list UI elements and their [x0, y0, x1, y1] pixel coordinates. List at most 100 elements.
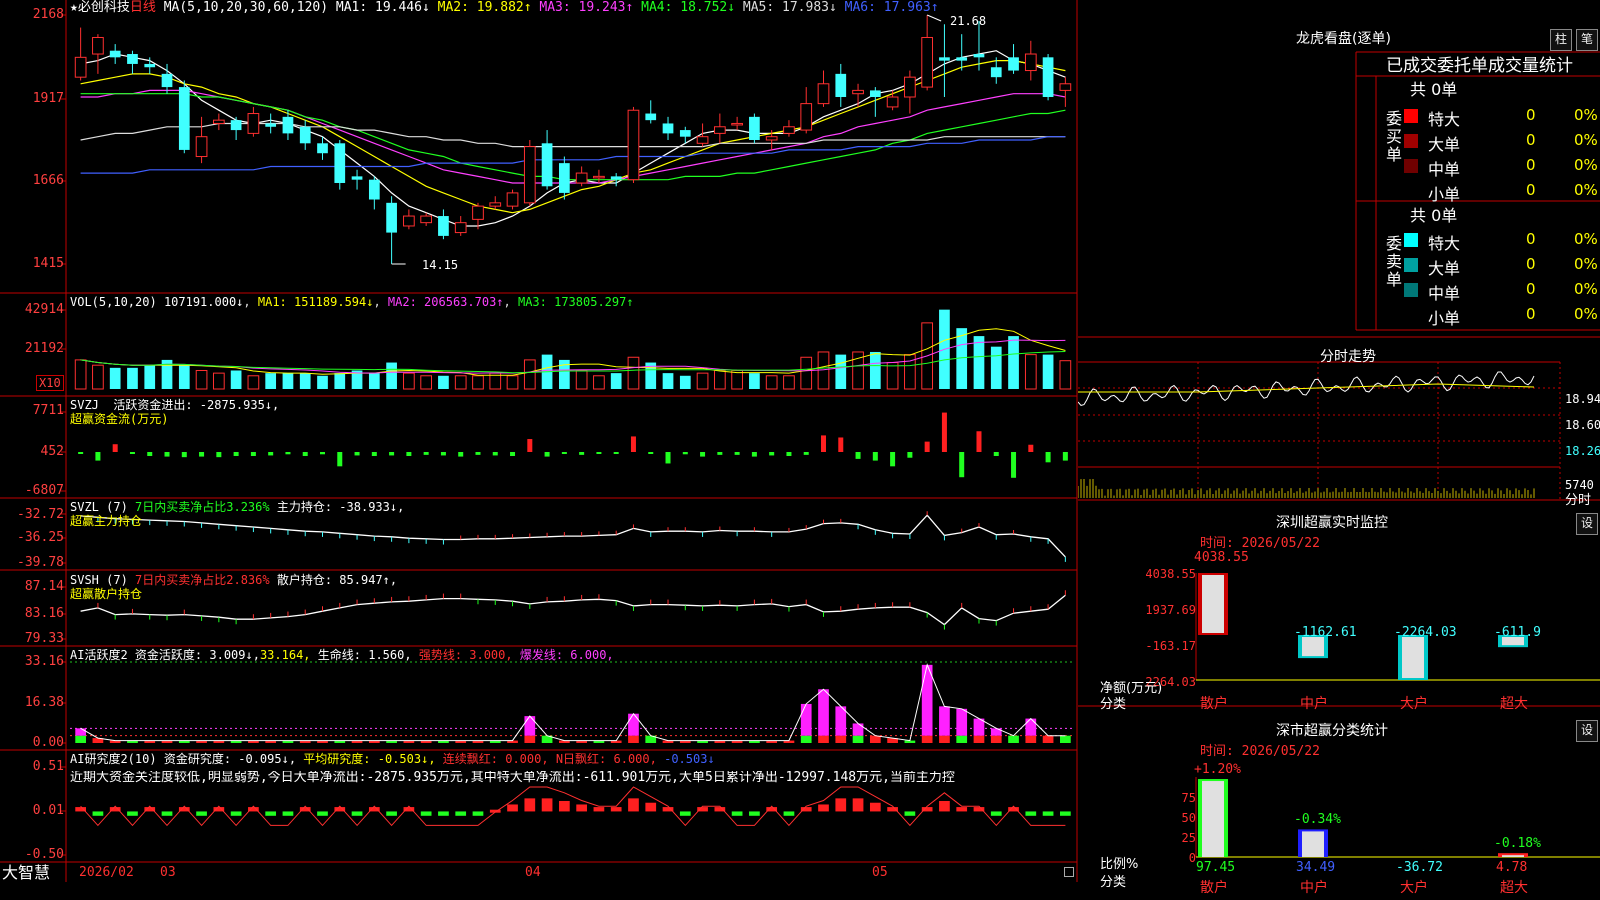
volume-bar — [178, 365, 190, 389]
candle-body — [696, 136, 709, 144]
fund-flow-bar — [1028, 444, 1034, 452]
intraday-axis-4: 5740 — [1565, 478, 1594, 492]
ai-active-burst-bar — [628, 713, 639, 736]
candle-body — [990, 67, 1002, 78]
ai-study-bar — [455, 811, 467, 816]
fund-flow-bar — [682, 452, 688, 455]
volume-bar — [523, 359, 536, 390]
fl-stats-settings-button[interactable]: 设 — [1576, 720, 1598, 742]
ai-study-bar — [956, 807, 968, 812]
fund-flow-bar — [129, 452, 135, 454]
ai-active-bar — [869, 735, 881, 743]
fund-flow-bar — [199, 452, 205, 457]
svzj-value: 活跃资金进出: -2875.935↓, — [113, 398, 280, 412]
sz-axis-2: 1937.69 — [1145, 603, 1196, 617]
candle-body — [247, 113, 260, 134]
lock-icon[interactable] — [1064, 867, 1074, 877]
bar-mode-button[interactable]: 柱 — [1550, 29, 1572, 51]
ai-study-bar — [1042, 811, 1054, 816]
order-row-pct: 0% — [1574, 305, 1598, 323]
fund-flow-bar — [959, 452, 965, 478]
fl-axis-2: 50 — [1181, 811, 1196, 825]
ma-line-MA6 — [80, 136, 1066, 174]
fund-flow-bar — [440, 452, 446, 456]
fund-flow-bar — [786, 452, 792, 457]
volume-bar — [506, 375, 519, 390]
volume-bar — [74, 359, 87, 390]
sz-bar-value: -2264.03 — [1394, 625, 1457, 640]
candle-body — [403, 215, 415, 227]
svzl-title: SVZL (7) — [70, 500, 128, 514]
sz-bar-category: 散户 — [1200, 696, 1228, 712]
sz-monitor-settings-button[interactable]: 设 — [1576, 513, 1598, 535]
order-row-pct: 0% — [1574, 230, 1598, 248]
brand-logo: 大智慧 — [2, 863, 51, 882]
order-row-name: 大单 — [1428, 259, 1461, 278]
candle-body — [679, 130, 691, 137]
sz-bar-category: 超大 — [1500, 696, 1528, 712]
ai-study-bar — [679, 811, 691, 816]
volume-bar — [817, 351, 830, 390]
ai-active-bar — [835, 735, 847, 743]
fund-flow-bar — [769, 452, 775, 456]
candle-body — [489, 202, 502, 207]
volume-bar — [282, 373, 294, 389]
vol-title: VOL(5,10,20) — [70, 295, 157, 309]
order-row-pct: 0% — [1574, 156, 1598, 174]
volume-ma-line — [80, 339, 1066, 374]
svzl-axis-1: -32.72 — [17, 507, 64, 522]
fl-bar-fill — [1302, 831, 1324, 857]
sell-total: 共 0单 — [1410, 206, 1458, 225]
main-chart[interactable] — [0, 0, 1078, 882]
volume-bar — [575, 369, 588, 390]
svsh-pct: 7日内买卖净占比2.836% — [135, 573, 270, 587]
fund-flow-bar — [527, 439, 533, 452]
order-row: 小单 0 0% — [1404, 179, 1600, 204]
sz-monitor-time: 时间: 2026/05/22 — [1200, 536, 1320, 551]
fl-bar-category: 中户 — [1300, 880, 1328, 896]
period-label[interactable]: 日线 — [130, 0, 156, 15]
candle-body — [886, 96, 899, 108]
candle-body — [749, 116, 760, 140]
svzl-subtitle: 超赢主力持仓 — [70, 514, 143, 528]
ai2-axis-1: 0.51 — [32, 759, 64, 774]
candle-body — [265, 123, 277, 127]
volume-bar — [438, 375, 449, 389]
favorite-star-icon[interactable]: ★ — [70, 0, 78, 15]
fund-flow-bar — [181, 452, 187, 458]
tick-mode-button[interactable]: 笔 — [1576, 29, 1598, 51]
ai2-title: AI研究度2(10) — [70, 752, 157, 766]
ai-study-bar — [610, 807, 622, 812]
ai-study-bar — [317, 811, 328, 816]
fund-flow-bar — [302, 452, 308, 457]
volume-bar — [127, 367, 138, 389]
ai-active-bar — [956, 735, 968, 743]
ma-title: MA(5,10,20,30,60,120) — [163, 0, 329, 15]
date-label-4: 05 — [872, 865, 888, 880]
fl-stats-title: 深市超赢分类统计 — [1276, 723, 1388, 739]
ai-study-bar — [127, 811, 138, 816]
fund-flow-bar — [924, 441, 930, 452]
ai-study-bar — [852, 798, 864, 812]
ai2-study: 资金研究度: -0.095↓, — [163, 752, 297, 766]
order-stats-tabs[interactable]: 已成交委托单成交量统计 — [1386, 56, 1600, 76]
volume-bar — [593, 375, 605, 390]
price-axis-4: 1415 — [32, 256, 64, 271]
candle-body — [541, 143, 553, 187]
volume-bar — [265, 373, 277, 389]
fund-flow-bar — [630, 436, 636, 452]
sz-bar-value: 4038.55 — [1194, 550, 1249, 565]
ma-value-1: MA1: 19.446↓ — [335, 0, 430, 15]
volume-bar — [92, 364, 104, 390]
volume-bar — [800, 356, 813, 390]
order-row-name: 特大 — [1428, 234, 1461, 253]
fl-axis-3: 25 — [1181, 831, 1196, 845]
fl-bar-fill — [1502, 855, 1524, 857]
ai-study-bar — [386, 811, 397, 816]
svsh-axis-3: 79.33 — [24, 631, 64, 646]
fl-bar-category: 大户 — [1400, 880, 1428, 896]
svzj-axis-2: 452 — [40, 444, 64, 459]
volume-bar — [731, 369, 743, 390]
ai2-red: 连续飘红: 0.000, — [442, 752, 549, 766]
candle-body — [178, 87, 190, 150]
